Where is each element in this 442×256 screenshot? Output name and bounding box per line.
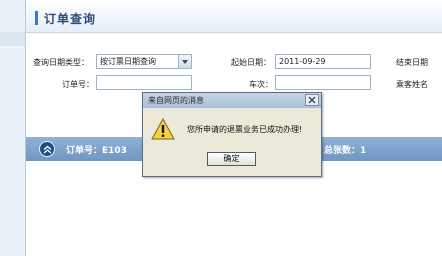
date-type-label: 查询日期类型： [33, 58, 89, 67]
date-type-value: 按订票日期查询 [100, 57, 156, 66]
alert-dialog: 来自网页的消息 您所申请的退票业务已成功办理! 确定 [142, 92, 322, 177]
order-number-text: 订单号：E103 [66, 146, 127, 156]
order-number-label: 订单号： [62, 80, 94, 89]
train-number-input[interactable] [275, 75, 371, 90]
order-number-input[interactable] [96, 75, 192, 90]
page-title: 订单查询 [44, 12, 97, 26]
chevron-down-icon[interactable] [178, 55, 191, 68]
end-date-label: 结束日期 [396, 58, 428, 67]
dialog-message: 您所申请的退票业务已成功办理! [187, 125, 303, 134]
page: 订单查询 查询日期类型： 按订票日期查询 起始日期： 2011-09-29 结束… [0, 0, 442, 256]
close-button[interactable] [305, 94, 319, 106]
divider [25, 0, 26, 256]
double-chevron-up-icon [43, 145, 52, 154]
collapse-button[interactable] [39, 141, 55, 157]
close-icon [308, 96, 316, 104]
date-type-select[interactable]: 按订票日期查询 [96, 54, 192, 69]
dialog-titlebar[interactable]: 来自网页的消息 [143, 93, 321, 108]
train-number-label: 车次： [249, 80, 273, 89]
ok-button[interactable]: 确定 [207, 152, 256, 166]
left-sidebar [0, 0, 25, 256]
start-date-label: 起始日期： [231, 58, 271, 67]
ticket-count-text: 总张数：1 [324, 146, 367, 156]
sidebar-tab[interactable] [0, 32, 25, 46]
start-date-input[interactable]: 2011-09-29 [275, 54, 371, 69]
title-marker [35, 11, 38, 25]
header-bar: 订单查询 [26, 4, 442, 33]
dialog-title: 来自网页的消息 [148, 96, 204, 105]
warning-icon [151, 118, 175, 140]
passenger-name-label: 乘客姓名 [396, 80, 428, 89]
